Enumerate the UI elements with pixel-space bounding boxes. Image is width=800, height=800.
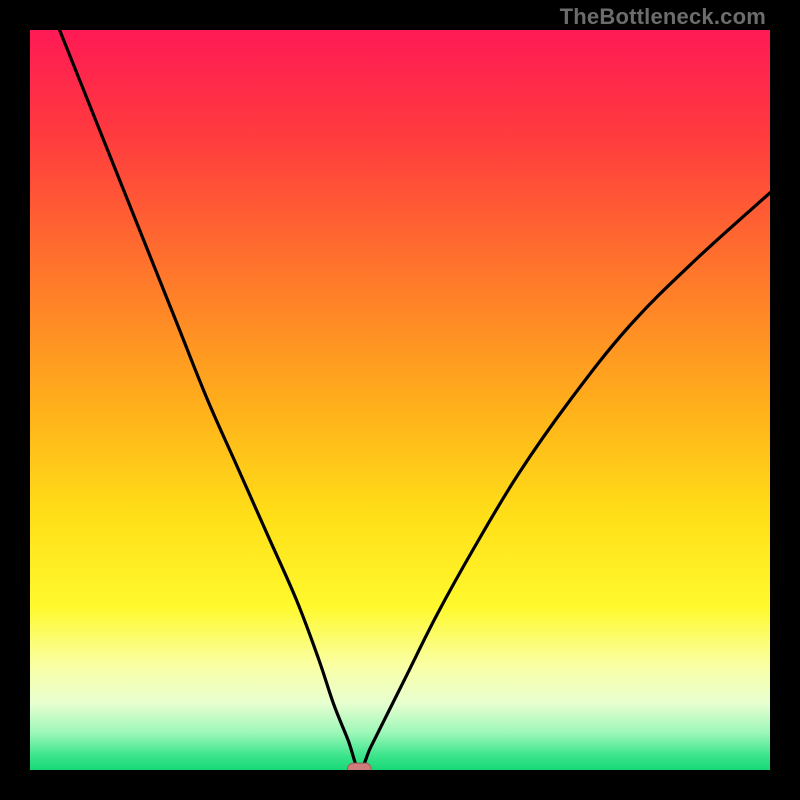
- chart-frame: TheBottleneck.com: [0, 0, 800, 800]
- chart-svg: [30, 30, 770, 770]
- optimum-marker: [347, 763, 371, 770]
- watermark-text: TheBottleneck.com: [560, 4, 766, 30]
- gradient-background: [30, 30, 770, 770]
- plot-area: [30, 30, 770, 770]
